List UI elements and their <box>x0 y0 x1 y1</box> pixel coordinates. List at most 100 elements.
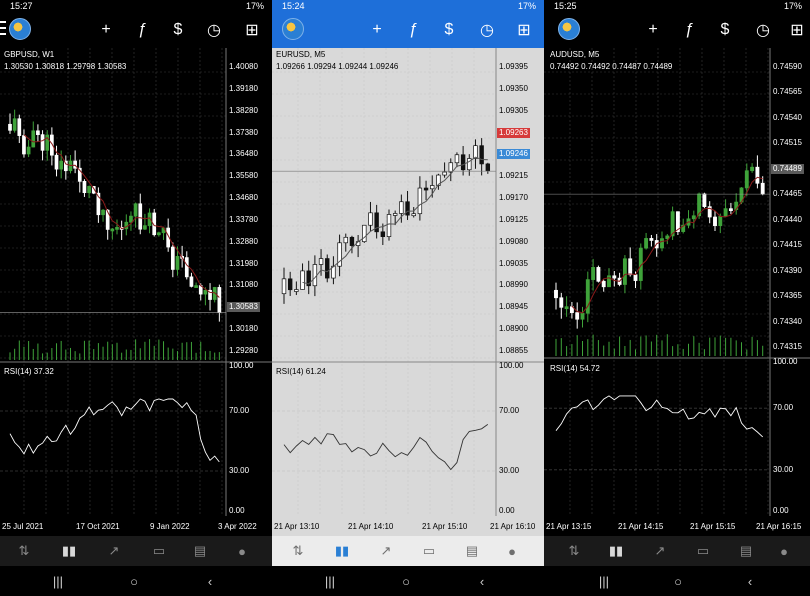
back-icon[interactable]: ‹ <box>742 574 758 589</box>
candle-body[interactable] <box>622 258 627 285</box>
recent-apps-icon[interactable]: ||| <box>596 574 612 589</box>
candle-body[interactable] <box>343 236 348 244</box>
clock-icon[interactable]: ◷ <box>751 18 775 42</box>
quotes-icon[interactable]: ⇅ <box>288 542 308 560</box>
news-icon[interactable]: ▤ <box>190 542 210 560</box>
candle-body[interactable] <box>554 289 558 299</box>
chat-icon[interactable]: ● <box>232 542 252 560</box>
candle-body[interactable] <box>386 214 392 238</box>
candle-body[interactable] <box>203 289 208 295</box>
candle-body[interactable] <box>430 185 435 190</box>
candle-body[interactable] <box>713 216 717 226</box>
candle-body[interactable] <box>101 209 105 216</box>
candle-body[interactable] <box>36 130 40 135</box>
candle-body[interactable] <box>325 258 330 279</box>
candle-body[interactable] <box>691 215 696 220</box>
candle-body[interactable] <box>479 145 484 165</box>
candle-body[interactable] <box>300 270 305 290</box>
clock-icon[interactable]: ◷ <box>475 18 499 42</box>
function-icon[interactable]: ƒ <box>677 18 701 42</box>
crosshair-icon[interactable]: + <box>365 18 389 42</box>
candle-body[interactable] <box>665 235 670 239</box>
candle-body[interactable] <box>8 123 12 131</box>
function-icon[interactable]: ƒ <box>401 18 425 42</box>
recent-apps-icon[interactable]: ||| <box>322 574 338 589</box>
candle-body[interactable] <box>175 256 180 270</box>
candle-body[interactable] <box>294 289 299 292</box>
candle-body[interactable] <box>644 238 649 249</box>
candle-body[interactable] <box>59 160 64 170</box>
candle-body[interactable] <box>575 312 580 320</box>
app-logo-icon[interactable] <box>558 18 580 40</box>
news-icon[interactable]: ▤ <box>736 542 756 560</box>
candle-body[interactable] <box>411 213 416 217</box>
candle-body[interactable] <box>460 154 466 171</box>
chart-icon[interactable]: ▮▮ <box>332 542 352 560</box>
candle-body[interactable] <box>170 246 175 270</box>
candle-body[interactable] <box>138 203 143 230</box>
candle-body[interactable] <box>54 154 59 170</box>
currency-icon[interactable]: $ <box>166 18 190 42</box>
add-template-icon[interactable]: ⊞ <box>785 18 809 42</box>
candle-body[interactable] <box>184 257 189 278</box>
recent-apps-icon[interactable]: ||| <box>50 574 66 589</box>
candle-body[interactable] <box>143 225 147 230</box>
clock-icon[interactable]: ◷ <box>202 18 226 42</box>
app-logo-icon[interactable] <box>9 18 31 40</box>
function-icon[interactable]: ƒ <box>130 18 154 42</box>
candle-body[interactable] <box>189 276 194 287</box>
currency-icon[interactable]: $ <box>713 18 737 42</box>
candle-body[interactable] <box>417 187 423 215</box>
candle-body[interactable] <box>287 278 293 291</box>
candle-body[interactable] <box>26 146 31 155</box>
candle-body[interactable] <box>755 166 760 184</box>
home-icon[interactable]: ○ <box>398 574 414 589</box>
candle-body[interactable] <box>485 163 491 172</box>
candle-body[interactable] <box>601 280 606 288</box>
price-chart[interactable] <box>544 48 810 536</box>
crosshair-icon[interactable]: + <box>94 18 118 42</box>
history-icon[interactable]: ▭ <box>149 542 169 560</box>
candle-body[interactable] <box>448 162 453 173</box>
candle-body[interactable] <box>40 134 45 151</box>
candle-body[interactable] <box>194 285 198 288</box>
candle-body[interactable] <box>368 212 373 226</box>
price-chart[interactable] <box>0 48 272 536</box>
add-template-icon[interactable]: ⊞ <box>512 18 536 42</box>
candle-body[interactable] <box>580 312 585 320</box>
candle-body[interactable] <box>423 187 429 191</box>
candle-body[interactable] <box>564 306 569 310</box>
candle-body[interactable] <box>596 267 601 282</box>
home-icon[interactable]: ○ <box>126 574 142 589</box>
candle-body[interactable] <box>22 135 26 155</box>
candle-body[interactable] <box>399 201 404 214</box>
trade-icon[interactable]: ↗ <box>376 542 396 560</box>
candle-body[interactable] <box>473 145 478 159</box>
menu-icon[interactable] <box>0 21 6 35</box>
candle-body[interactable] <box>633 274 638 281</box>
candle-body[interactable] <box>744 170 749 189</box>
back-icon[interactable]: ‹ <box>202 574 218 589</box>
candle-body[interactable] <box>312 264 318 287</box>
price-chart[interactable] <box>272 48 544 536</box>
candle-body[interactable] <box>133 203 138 217</box>
crosshair-icon[interactable]: + <box>641 18 665 42</box>
candle-body[interactable] <box>281 278 287 295</box>
chart-icon[interactable]: ▮▮ <box>59 542 79 560</box>
candle-body[interactable] <box>628 258 633 276</box>
candle-body[interactable] <box>454 154 460 164</box>
currency-icon[interactable]: $ <box>437 18 461 42</box>
candle-body[interactable] <box>612 275 617 279</box>
back-icon[interactable]: ‹ <box>474 574 490 589</box>
candle-body[interactable] <box>12 118 17 131</box>
candle-body[interactable] <box>362 224 367 243</box>
chart-icon[interactable]: ▮▮ <box>606 542 626 560</box>
candle-body[interactable] <box>110 228 115 232</box>
candle-body[interactable] <box>559 297 564 308</box>
candle-body[interactable] <box>82 180 87 194</box>
candle-body[interactable] <box>760 182 765 195</box>
chat-icon[interactable]: ● <box>774 542 794 560</box>
home-icon[interactable]: ○ <box>670 574 686 589</box>
add-template-icon[interactable]: ⊞ <box>240 18 264 42</box>
history-icon[interactable]: ▭ <box>419 542 439 560</box>
